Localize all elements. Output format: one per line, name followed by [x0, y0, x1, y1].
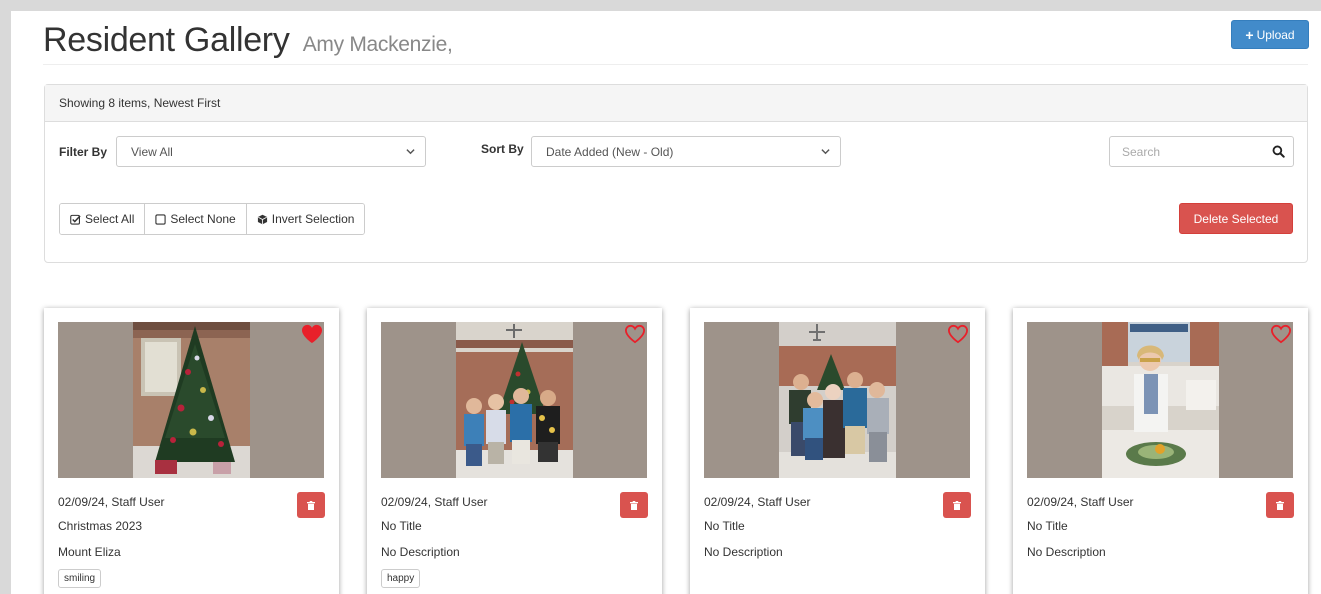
gallery-card: 02/09/24, Staff User No Title No Descrip… [367, 308, 662, 594]
page-title-text: Resident Gallery [43, 21, 290, 59]
trash-icon [307, 500, 315, 510]
upload-button[interactable]: + Upload [1231, 20, 1309, 49]
card-tag[interactable]: smiling [58, 569, 102, 588]
filter-by-value: View All [131, 145, 173, 159]
card-title: No Title [1027, 519, 1068, 533]
card-meta: 02/09/24, Staff User [704, 495, 811, 509]
search-icon[interactable] [1272, 145, 1285, 158]
plus-icon: + [1245, 26, 1254, 43]
card-title: Christmas 2023 [58, 519, 143, 533]
invert-selection-button[interactable]: Invert Selection [246, 204, 365, 234]
woman-with-dish-photo [1102, 322, 1219, 478]
photo-thumbnail[interactable] [58, 322, 324, 478]
photo-thumbnail[interactable] [1027, 322, 1293, 478]
app-frame: Resident Gallery Amy Mackenzie, + Upload… [11, 11, 1321, 594]
search-box [1109, 136, 1294, 167]
christmas-tree-photo [133, 322, 250, 478]
card-title: No Title [381, 519, 422, 533]
gallery-card: 02/09/24, Staff User No Title No Descrip… [1013, 308, 1308, 594]
invert-selection-label: Invert Selection [271, 212, 355, 226]
select-all-button[interactable]: Select All [60, 204, 146, 234]
select-none-label: Select None [170, 212, 236, 226]
chevron-down-icon [821, 149, 830, 155]
card-description: No Description [1027, 545, 1106, 559]
search-input[interactable] [1111, 138, 1261, 165]
card-meta: 02/09/24, Staff User [58, 495, 165, 509]
gallery-card: 02/09/24, Staff User No Title No Descrip… [690, 308, 985, 594]
card-tag[interactable]: happy [381, 569, 421, 588]
card-meta: 02/09/24, Staff User [1027, 495, 1134, 509]
family-group-photo [779, 322, 896, 478]
cube-icon [257, 214, 267, 224]
delete-item-button[interactable] [297, 492, 325, 518]
delete-item-button[interactable] [943, 492, 971, 518]
heart-outline-icon[interactable] [1270, 324, 1292, 344]
heart-filled-icon[interactable] [301, 324, 323, 344]
gallery-grid: 02/09/24, Staff User Christmas 2023 Moun… [44, 308, 1308, 594]
delete-item-button[interactable] [1266, 492, 1294, 518]
checkbox-empty-icon [155, 213, 166, 225]
chevron-down-icon [406, 149, 415, 155]
card-meta: 02/09/24, Staff User [381, 495, 488, 509]
resident-name: Amy Mackenzie, [302, 33, 453, 56]
delete-item-button[interactable] [620, 492, 648, 518]
checkbox-checked-icon [70, 214, 81, 225]
heart-outline-icon[interactable] [624, 324, 646, 344]
filter-panel: Showing 8 items, Newest First Filter By … [44, 84, 1308, 263]
gallery-card: 02/09/24, Staff User Christmas 2023 Moun… [44, 308, 339, 594]
photo-thumbnail[interactable] [704, 322, 970, 478]
card-description: No Description [704, 545, 783, 559]
sort-by-select[interactable]: Date Added (New - Old) [531, 136, 841, 167]
card-description: Mount Eliza [58, 545, 121, 559]
upload-button-label: Upload [1256, 27, 1295, 42]
select-all-label: Select All [85, 212, 135, 226]
filter-by-label: Filter By [59, 145, 108, 159]
trash-icon [630, 500, 638, 510]
trash-icon [1276, 500, 1284, 510]
sort-by-value: Date Added (New - Old) [546, 145, 674, 159]
card-title: No Title [704, 519, 745, 533]
boys-by-tree-photo [456, 322, 573, 478]
filter-by-select[interactable]: View All [116, 136, 426, 167]
panel-heading: Showing 8 items, Newest First [45, 85, 1307, 122]
photo-thumbnail[interactable] [381, 322, 647, 478]
page-title: Resident Gallery Amy Mackenzie, [43, 21, 453, 60]
sort-by-label: Sort By [481, 142, 524, 156]
card-description: No Description [381, 545, 460, 559]
delete-selected-button[interactable]: Delete Selected [1179, 203, 1293, 234]
page-header: Resident Gallery Amy Mackenzie, + Upload [43, 11, 1309, 65]
heart-outline-icon[interactable] [947, 324, 969, 344]
trash-icon [953, 500, 961, 510]
selection-button-group: Select All Select None Invert Selection [59, 203, 366, 235]
select-none-button[interactable]: Select None [145, 204, 247, 234]
